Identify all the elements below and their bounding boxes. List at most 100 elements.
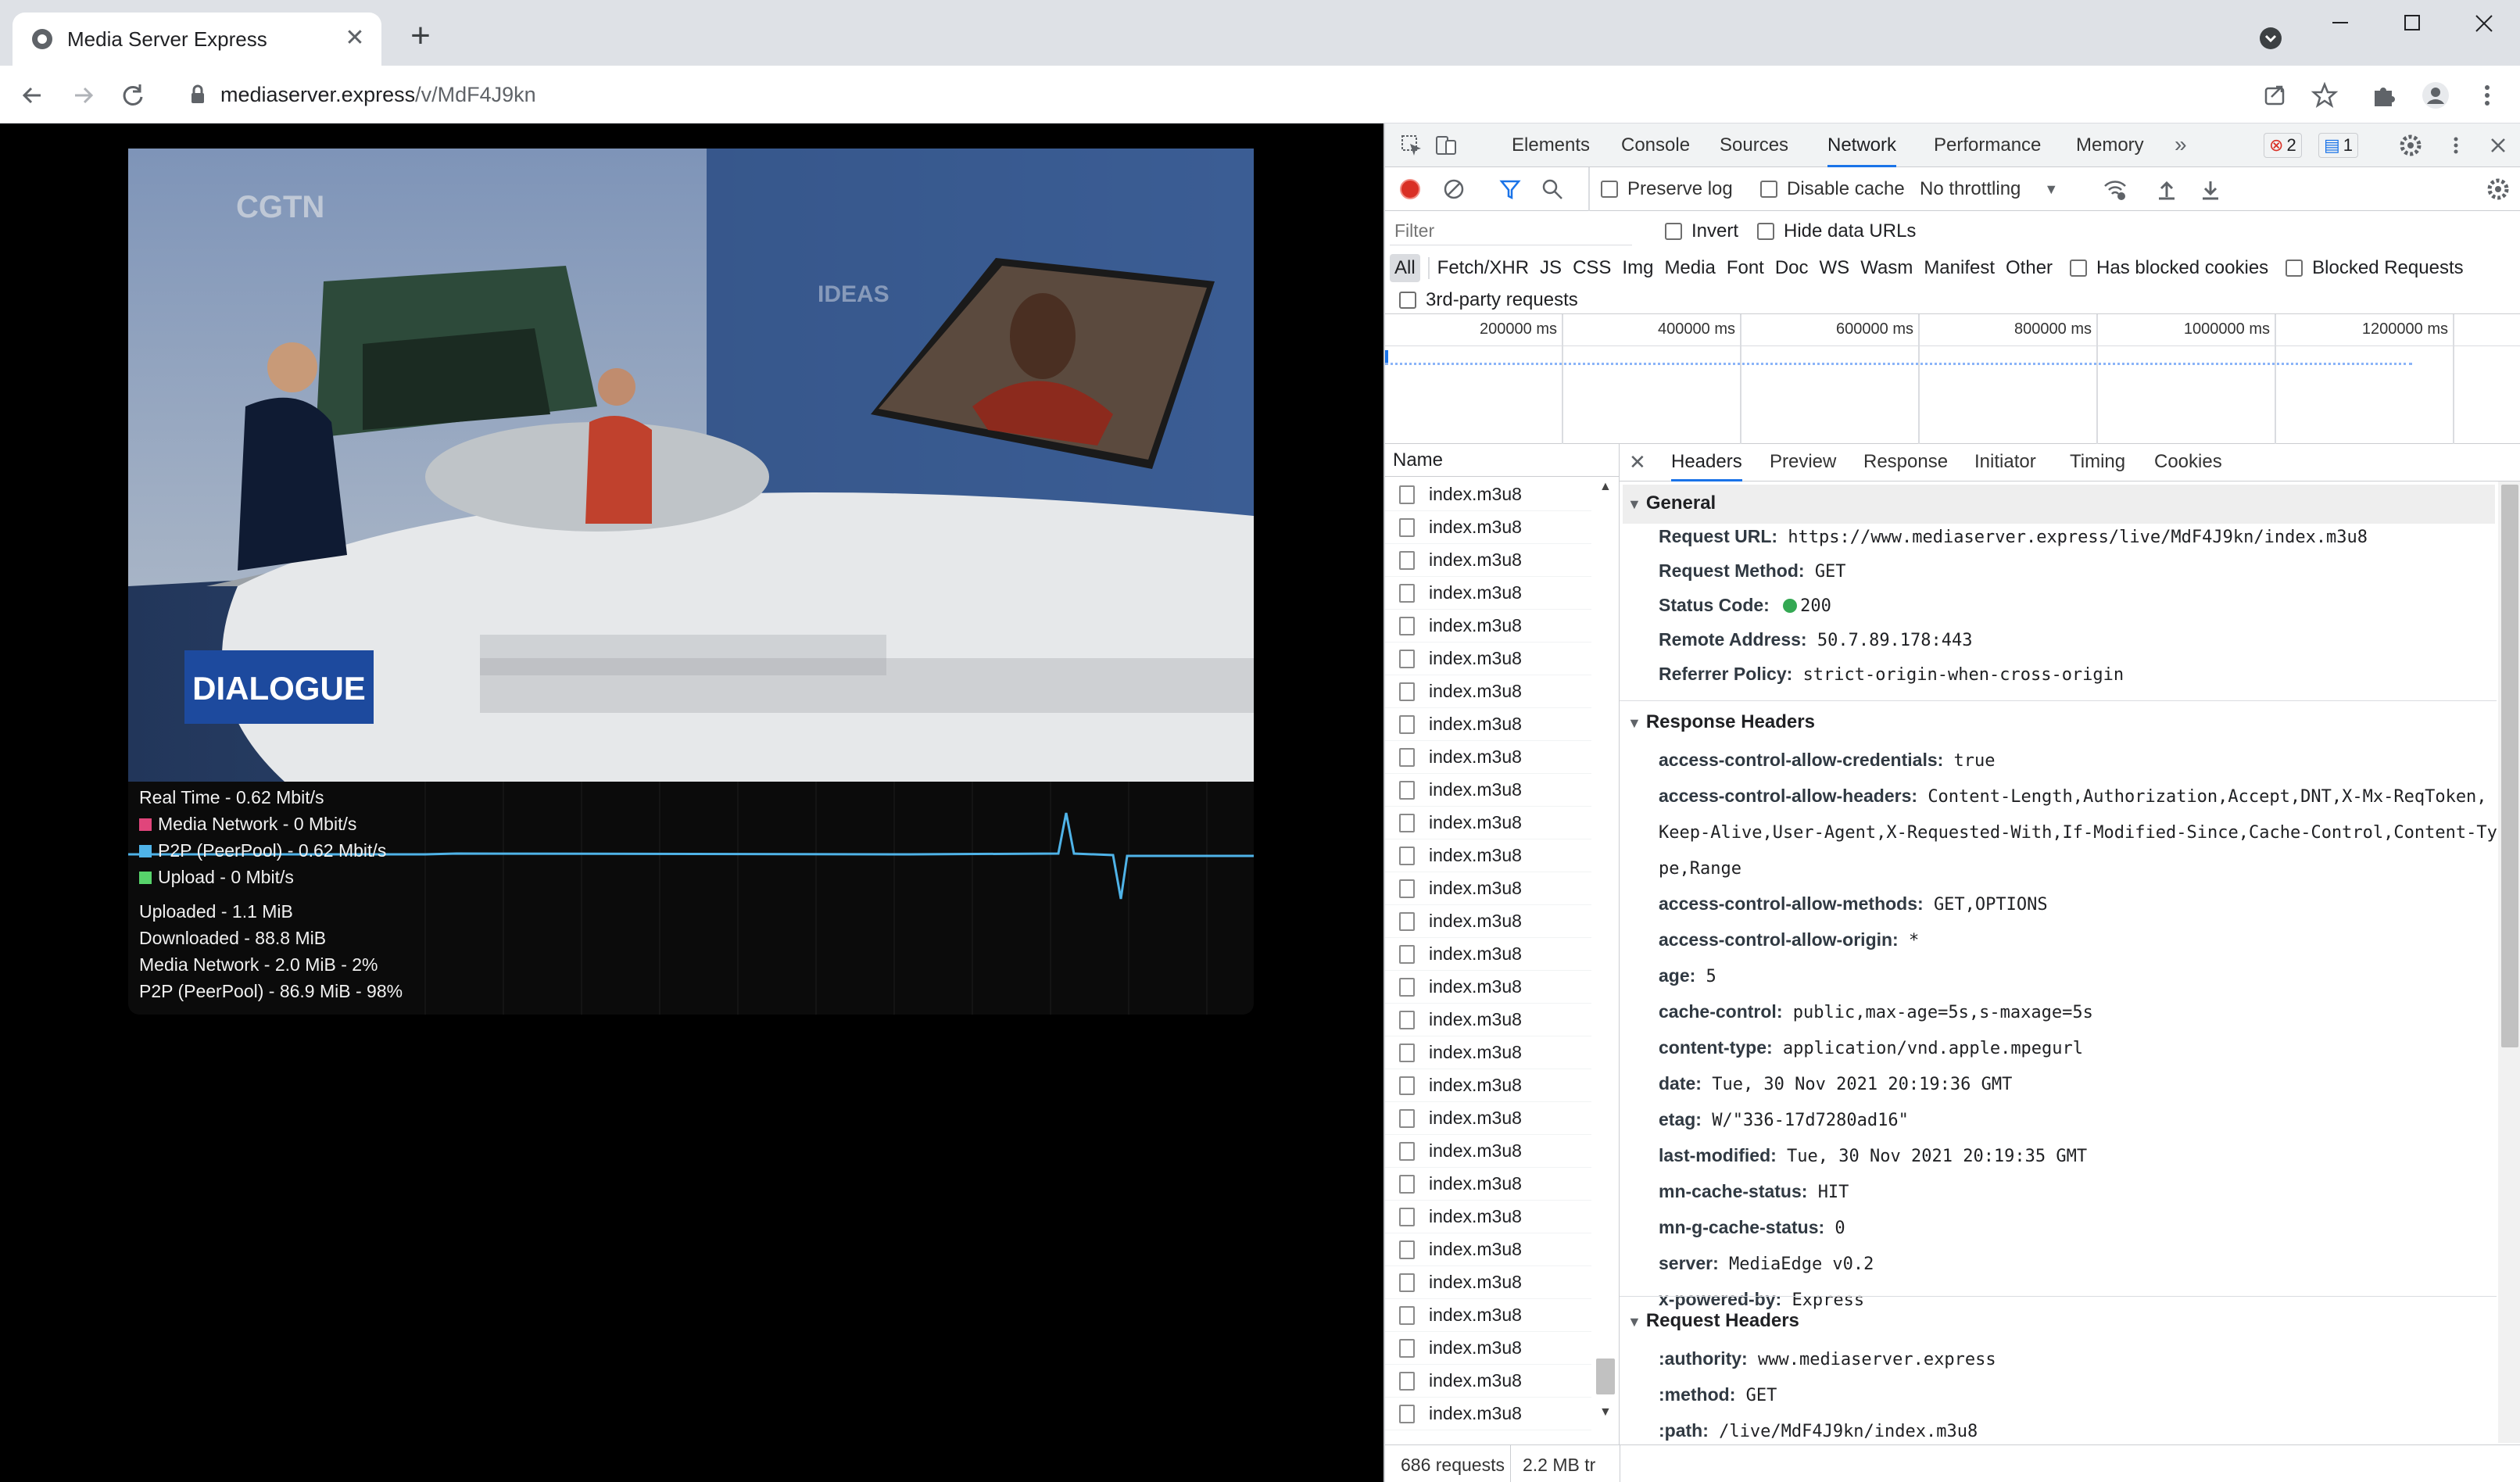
request-row[interactable]: index.m3u8 — [1385, 1069, 1591, 1102]
maximize-button[interactable] — [2390, 11, 2434, 45]
request-row[interactable]: index.m3u8 — [1385, 708, 1591, 741]
inspect-element-icon[interactable] — [1399, 133, 1424, 158]
type-filter-font[interactable]: Font — [1727, 257, 1764, 279]
timeline-overview[interactable]: 200000 ms 400000 ms 600000 ms 800000 ms … — [1385, 314, 2520, 444]
tab-console[interactable]: Console — [1621, 123, 1690, 167]
close-devtools-icon[interactable] — [2486, 133, 2511, 158]
browser-menu-icon[interactable] — [2470, 78, 2504, 113]
type-filter-ws[interactable]: WS — [1820, 257, 1850, 279]
request-row[interactable]: index.m3u8 — [1385, 1233, 1591, 1266]
bookmark-star-icon[interactable] — [2307, 78, 2342, 113]
export-har-icon[interactable] — [2198, 177, 2223, 202]
detail-scrollbar[interactable] — [2498, 481, 2520, 1443]
request-row[interactable]: index.m3u8 — [1385, 511, 1591, 544]
forward-icon[interactable] — [66, 78, 100, 113]
request-row[interactable]: index.m3u8 — [1385, 1266, 1591, 1299]
request-row[interactable]: index.m3u8 — [1385, 1168, 1591, 1201]
throttling-select[interactable]: No throttling ▼ — [1920, 167, 2058, 211]
request-row[interactable]: index.m3u8 — [1385, 1135, 1591, 1168]
general-section-header[interactable]: ▼ General — [1623, 485, 2495, 524]
disable-cache-checkbox[interactable]: Disable cache — [1760, 167, 1905, 211]
detail-tab-headers[interactable]: Headers — [1671, 444, 1742, 481]
detail-tab-response[interactable]: Response — [1863, 444, 1948, 481]
tab-search-icon[interactable] — [2259, 27, 2282, 50]
message-count-badge[interactable]: ▤ 1 — [2318, 133, 2359, 158]
request-row[interactable]: index.m3u8 — [1385, 1299, 1591, 1332]
request-row[interactable]: index.m3u8 — [1385, 774, 1591, 807]
tab-elements[interactable]: Elements — [1512, 123, 1590, 167]
invert-checkbox[interactable]: Invert — [1665, 216, 1738, 247]
type-filter-js[interactable]: JS — [1540, 257, 1562, 279]
tab-performance[interactable]: Performance — [1934, 123, 2041, 167]
request-row[interactable]: index.m3u8 — [1385, 544, 1591, 577]
search-icon[interactable] — [1541, 178, 1563, 200]
type-filter-all[interactable]: All — [1390, 254, 1420, 282]
detail-tab-preview[interactable]: Preview — [1770, 444, 1836, 481]
request-row[interactable]: index.m3u8 — [1385, 1004, 1591, 1036]
preserve-log-checkbox[interactable]: Preserve log — [1601, 167, 1733, 211]
back-icon[interactable] — [16, 78, 50, 113]
record-icon[interactable] — [1399, 178, 1421, 200]
filter-input[interactable] — [1390, 217, 1632, 245]
request-row[interactable]: index.m3u8 — [1385, 872, 1591, 905]
error-count-badge[interactable]: ⊗ 2 — [2264, 133, 2302, 158]
type-filter-css[interactable]: CSS — [1573, 257, 1611, 279]
device-toolbar-icon[interactable] — [1434, 133, 1459, 158]
network-conditions-icon[interactable] — [2103, 177, 2128, 202]
type-filter-img[interactable]: Img — [1622, 257, 1653, 279]
new-tab-button[interactable]: + — [403, 19, 438, 55]
type-filter-manifest[interactable]: Manifest — [1924, 257, 1995, 279]
blocked-requests-checkbox[interactable]: Blocked Requests — [2286, 257, 2464, 279]
browser-tab[interactable]: Media Server Express ✕ — [13, 13, 381, 66]
hide-data-urls-checkbox[interactable]: Hide data URLs — [1757, 216, 1916, 247]
request-row[interactable]: index.m3u8 — [1385, 1398, 1591, 1430]
detail-tab-timing[interactable]: Timing — [2070, 444, 2125, 481]
tab-close-icon[interactable]: ✕ — [342, 27, 367, 52]
extensions-puzzle-icon[interactable] — [2367, 78, 2401, 113]
request-row[interactable]: index.m3u8 — [1385, 1036, 1591, 1069]
request-row[interactable]: index.m3u8 — [1385, 478, 1591, 511]
lock-icon[interactable] — [188, 84, 208, 105]
type-filter-fetch-xhr[interactable]: Fetch/XHR — [1437, 257, 1529, 279]
request-row[interactable]: index.m3u8 — [1385, 1365, 1591, 1398]
request-row[interactable]: index.m3u8 — [1385, 675, 1591, 708]
more-tabs-chevron-icon[interactable]: » — [2175, 133, 2187, 156]
tab-memory[interactable]: Memory — [2076, 123, 2144, 167]
profile-avatar[interactable] — [2418, 78, 2453, 113]
request-row[interactable]: index.m3u8 — [1385, 643, 1591, 675]
request-headers-section-header[interactable]: ▼ Request Headers — [1627, 1310, 1799, 1332]
type-filter-wasm[interactable]: Wasm — [1860, 257, 1913, 279]
request-list-scrollbar[interactable]: ▲ ▼ — [1595, 480, 1618, 1443]
response-headers-section-header[interactable]: ▼ Response Headers — [1627, 711, 1815, 733]
reload-icon[interactable] — [116, 78, 150, 113]
address-bar[interactable]: mediaserver.express/v/MdF4J9kn — [177, 73, 2303, 116]
request-row[interactable]: index.m3u8 — [1385, 839, 1591, 872]
tab-sources[interactable]: Sources — [1720, 123, 1788, 167]
import-har-icon[interactable] — [2154, 177, 2179, 202]
filter-icon[interactable] — [1499, 178, 1521, 200]
share-icon[interactable] — [2257, 78, 2292, 113]
type-filter-other[interactable]: Other — [2006, 257, 2053, 279]
minimize-button[interactable] — [2318, 11, 2362, 45]
request-row[interactable]: index.m3u8 — [1385, 807, 1591, 839]
third-party-checkbox[interactable]: 3rd-party requests — [1399, 286, 1578, 314]
request-row[interactable]: index.m3u8 — [1385, 610, 1591, 643]
settings-gear-icon[interactable] — [2398, 133, 2423, 158]
devtools-menu-icon[interactable] — [2443, 133, 2468, 158]
request-row[interactable]: index.m3u8 — [1385, 938, 1591, 971]
request-row[interactable]: index.m3u8 — [1385, 1332, 1591, 1365]
network-settings-gear-icon[interactable] — [2486, 177, 2511, 202]
close-window-button[interactable] — [2462, 11, 2506, 45]
video-player[interactable]: CGTN IDEAS DIALOGUE — [128, 149, 1254, 782]
request-row[interactable]: index.m3u8 — [1385, 1102, 1591, 1135]
request-row[interactable]: index.m3u8 — [1385, 971, 1591, 1004]
type-filter-media[interactable]: Media — [1664, 257, 1715, 279]
name-column-header[interactable]: Name — [1385, 444, 1620, 477]
request-row[interactable]: index.m3u8 — [1385, 905, 1591, 938]
close-detail-icon[interactable]: ✕ — [1629, 450, 1646, 474]
has-blocked-cookies-checkbox[interactable]: Has blocked cookies — [2070, 257, 2268, 279]
request-row[interactable]: index.m3u8 — [1385, 1201, 1591, 1233]
request-row[interactable]: index.m3u8 — [1385, 577, 1591, 610]
detail-tab-cookies[interactable]: Cookies — [2154, 444, 2222, 481]
type-filter-doc[interactable]: Doc — [1775, 257, 1809, 279]
